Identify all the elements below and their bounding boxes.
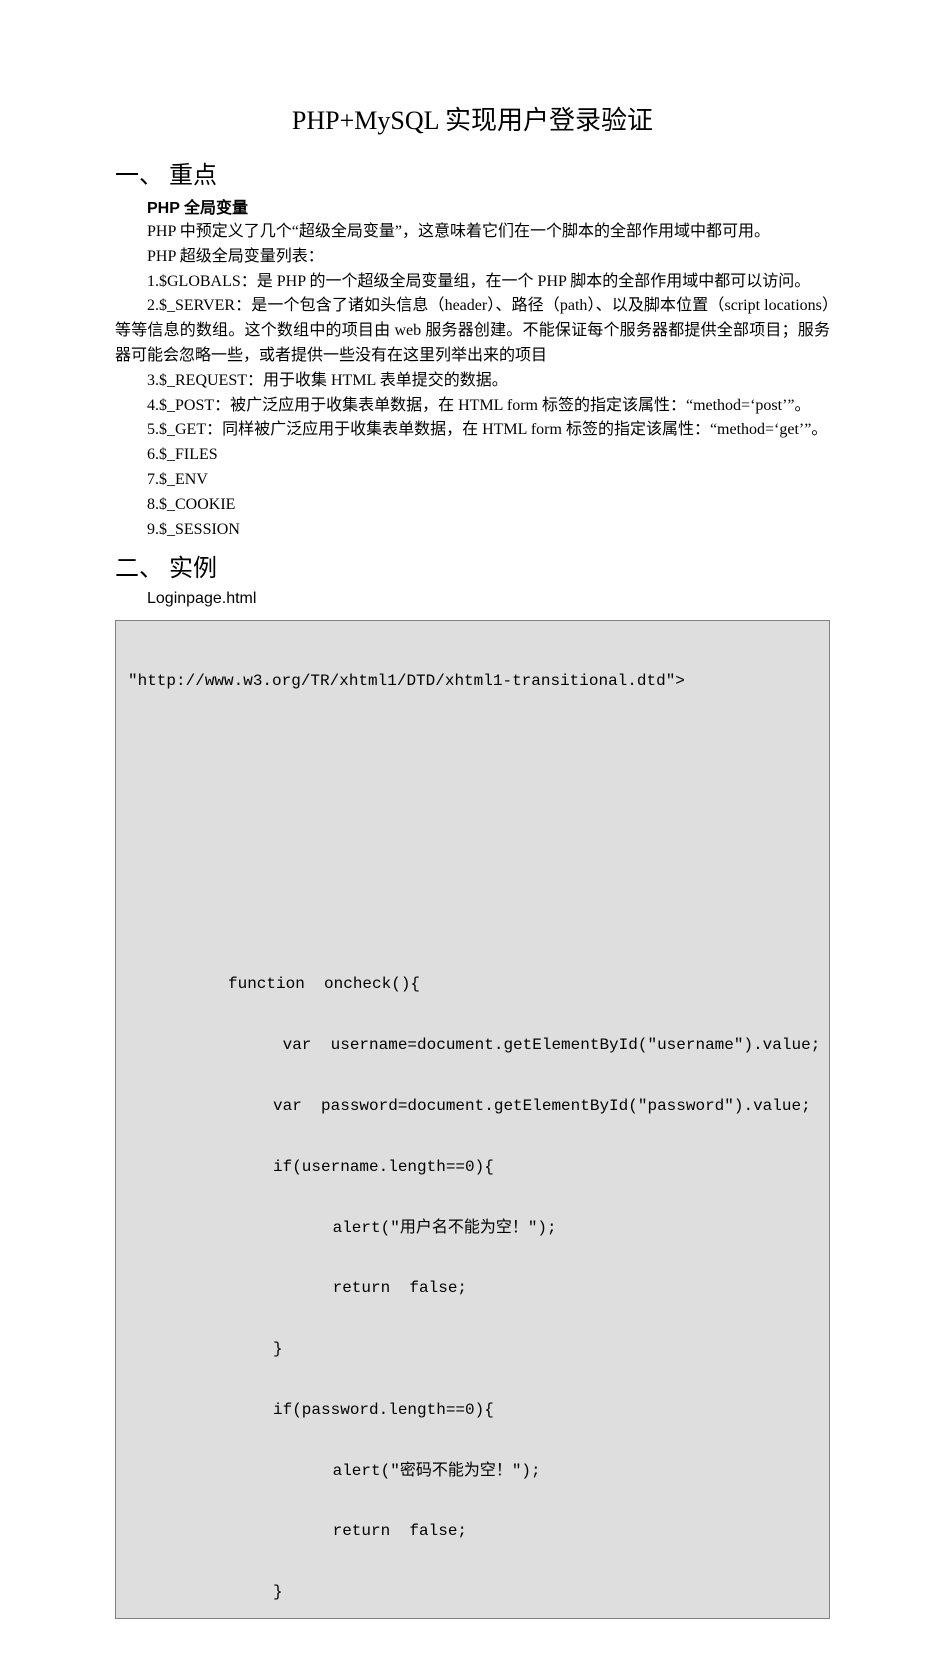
code-line <box>128 787 817 817</box>
code-line: return false; <box>128 1516 817 1546</box>
list-item-7: 7.$_ENV <box>115 468 830 493</box>
list-item-9: 9.$_SESSION <box>115 518 830 543</box>
list-item-8: 8.$_COOKIE <box>115 493 830 518</box>
code-line <box>128 726 817 756</box>
code-line: } <box>128 1577 817 1607</box>
code-line: } <box>128 1334 817 1364</box>
code-line <box>128 909 817 939</box>
document-page: PHP+MySQL 实现用户登录验证 一、 重点 PHP 全局变量 PHP 中预… <box>0 0 945 1679</box>
paragraph: PHP 中预定义了几个“超级全局变量”，这意味着它们在一个脚本的全部作用域中都可… <box>115 220 830 245</box>
code-line: var password=document.getElementById("pa… <box>128 1091 817 1121</box>
code-line: alert("密码不能为空！"); <box>128 1456 817 1486</box>
list-item-6: 6.$_FILES <box>115 443 830 468</box>
list-item-4: 4.$_POST：被广泛应用于收集表单数据，在 HTML form 标签的指定该… <box>115 394 830 419</box>
code-line: "http://www.w3.org/TR/xhtml1/DTD/xhtml1-… <box>128 666 817 696</box>
section-1-subheading: PHP 全局变量 <box>115 194 830 218</box>
code-line: if(username.length==0){ <box>128 1152 817 1182</box>
code-block: "http://www.w3.org/TR/xhtml1/DTD/xhtml1-… <box>115 620 830 1619</box>
code-line: alert("用户名不能为空！"); <box>128 1213 817 1243</box>
code-line <box>128 848 817 878</box>
paragraph: PHP 超级全局变量列表： <box>115 245 830 270</box>
code-line: if(password.length==0){ <box>128 1395 817 1425</box>
section-1-heading: 一、 重点 <box>115 155 830 190</box>
list-item-3: 3.$_REQUEST：用于收集 HTML 表单提交的数据。 <box>115 369 830 394</box>
section-2-heading: 二、 实例 <box>115 548 830 583</box>
code-line: var username=document.getElementById("us… <box>128 1030 817 1060</box>
list-item-2: 2.$_SERVER：是一个包含了诸如头信息（header）、路径（path）、… <box>115 294 830 368</box>
code-line: function oncheck(){ <box>128 969 817 999</box>
code-line: return false; <box>128 1273 817 1303</box>
list-item-1: 1.$GLOBALS：是 PHP 的一个超级全局变量组，在一个 PHP 脚本的全… <box>115 270 830 295</box>
code-filename-label: Loginpage.html <box>115 587 830 612</box>
list-item-5: 5.$_GET：同样被广泛应用于收集表单数据，在 HTML form 标签的指定… <box>115 418 830 443</box>
document-title: PHP+MySQL 实现用户登录验证 <box>115 100 830 137</box>
